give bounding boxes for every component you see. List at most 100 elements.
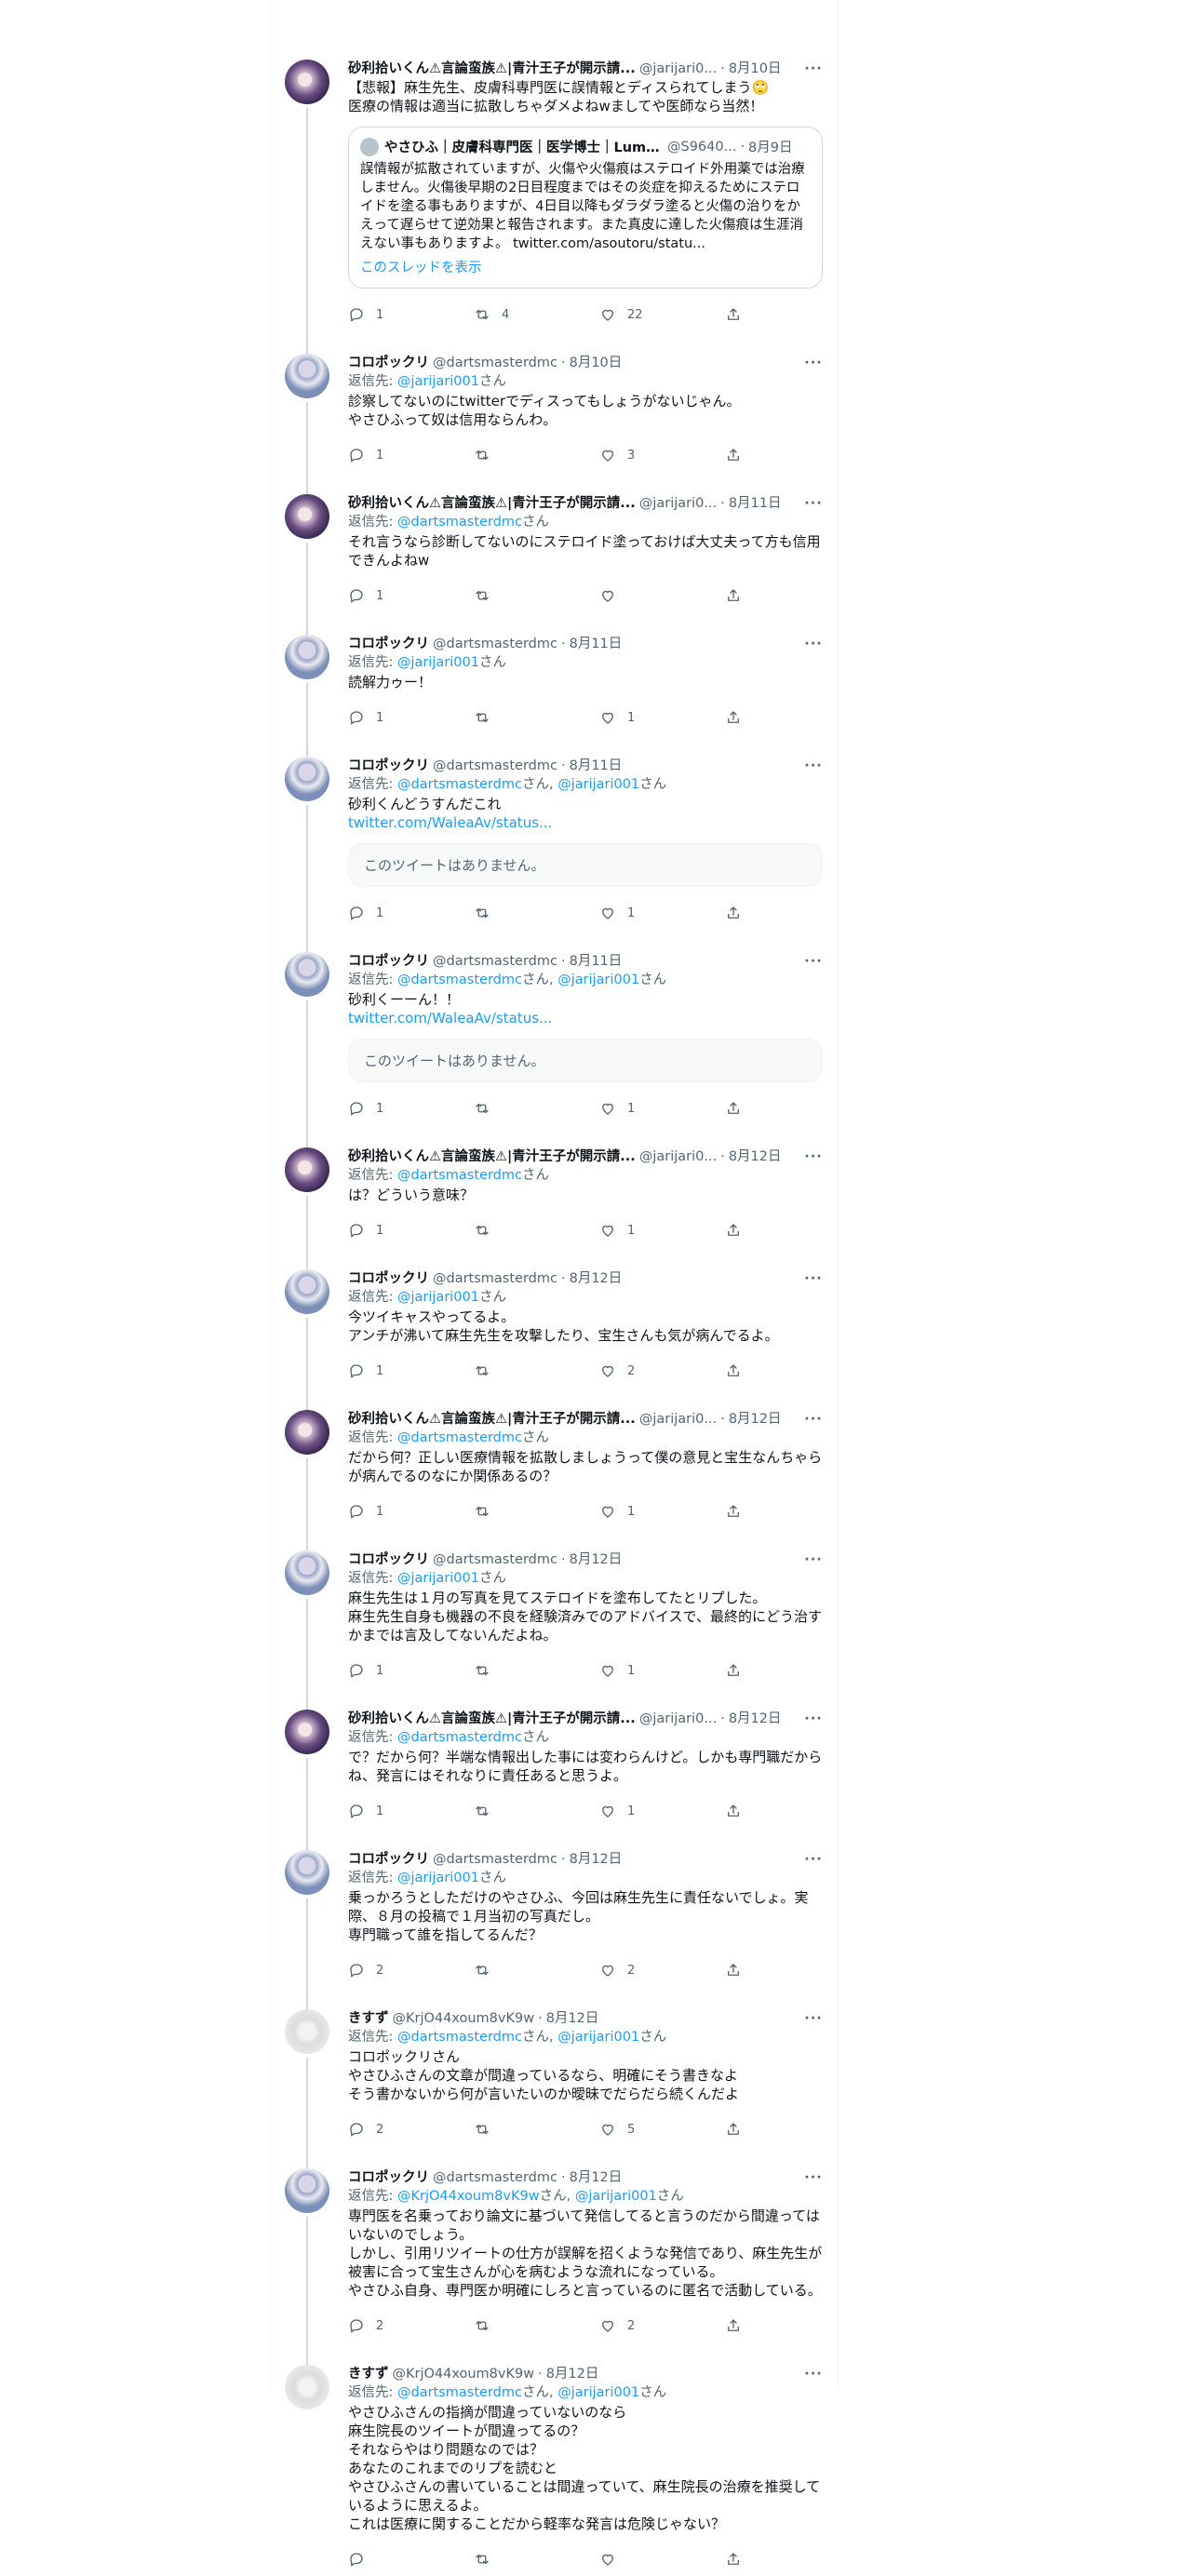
retweet-button[interactable] [474,587,599,604]
avatar[interactable] [285,2365,329,2409]
reply-button[interactable]: 1 [348,1362,474,1379]
share-button[interactable] [725,905,753,921]
reply-button[interactable]: 1 [348,1803,474,1819]
like-button[interactable]: 2 [599,2317,725,2334]
more-options-icon[interactable]: ··· [804,2168,823,2187]
more-options-icon[interactable]: ··· [804,1269,823,1288]
retweet-button[interactable] [474,709,599,726]
mention-link[interactable]: @jarijari001 [397,1571,479,1586]
mention-link[interactable]: @dartsmasterdmc [397,1430,522,1445]
like-button[interactable]: 5 [599,2121,725,2138]
retweet-button[interactable] [474,1662,599,1679]
author-handle[interactable]: @dartsmasterdmc [433,757,557,775]
share-button[interactable] [725,1222,753,1239]
more-options-icon[interactable]: ··· [804,1410,823,1429]
mention-link[interactable]: @jarijari001 [575,2189,657,2204]
retweet-button[interactable] [474,1962,599,1979]
share-button[interactable] [725,587,753,604]
author-name[interactable]: コロポックリ [348,1269,429,1288]
author-handle[interactable]: @jarijari0... [639,1410,717,1429]
like-button[interactable]: 22 [599,306,725,323]
reply-button[interactable]: 1 [348,587,474,604]
tweet[interactable]: コロポックリ @dartsmasterdmc · 8月12日 ··· 返信先: … [270,1828,838,2013]
tweet-date[interactable]: 8月11日 [570,757,623,775]
avatar[interactable] [285,354,329,398]
mention-link[interactable]: @KrjO44xoum8vK9w [397,2189,540,2204]
tweet-date[interactable]: 8月12日 [570,1550,623,1569]
share-button[interactable] [725,1100,753,1117]
like-button[interactable]: 1 [599,1662,725,1679]
retweet-button[interactable] [474,2551,599,2568]
reply-button[interactable]: 1 [348,447,474,463]
share-button[interactable] [725,709,753,726]
mention-link[interactable]: @dartsmasterdmc [397,1168,522,1183]
tweet-date[interactable]: 8月12日 [570,2168,623,2187]
share-button[interactable] [725,1503,753,1520]
like-button[interactable]: 1 [599,1803,725,1819]
share-button[interactable] [725,2317,753,2334]
like-button[interactable] [599,587,725,604]
share-button[interactable] [725,1962,753,1979]
retweet-button[interactable] [474,1100,599,1117]
reply-button[interactable]: 2 [348,1962,474,1979]
avatar[interactable] [285,1850,329,1895]
mention-link[interactable]: @dartsmasterdmc [397,2030,522,2045]
more-options-icon[interactable]: ··· [804,354,823,372]
more-options-icon[interactable]: ··· [804,1850,823,1869]
author-handle[interactable]: @KrjO44xoum8vK9w [393,2365,535,2383]
like-button[interactable] [599,2551,725,2568]
mention-link[interactable]: @jarijari001 [557,2030,639,2045]
avatar[interactable] [285,1550,329,1595]
tweet[interactable]: コロポックリ @dartsmasterdmc · 8月12日 ··· 返信先: … [270,1528,838,1713]
more-options-icon[interactable]: ··· [804,1147,823,1166]
avatar[interactable] [285,2009,329,2054]
author-handle[interactable]: @jarijari0... [639,60,717,78]
reply-button[interactable]: 2 [348,2317,474,2334]
reply-button[interactable]: 1 [348,709,474,726]
tweet[interactable]: きすず @KrjO44xoum8vK9w · 8月12日 ··· 返信先: @d… [270,1987,838,2172]
retweet-button[interactable] [474,2317,599,2334]
tweet-date[interactable]: 8月11日 [570,635,623,653]
author-name[interactable]: きすず [348,2365,389,2383]
mention-link[interactable]: @dartsmasterdmc [397,1730,522,1745]
like-button[interactable]: 1 [599,1100,725,1117]
tweet-date[interactable]: 8月12日 [546,2009,599,2028]
author-handle[interactable]: @dartsmasterdmc [433,635,557,653]
author-name[interactable]: コロポックリ [348,2168,429,2187]
tweet[interactable]: コロポックリ @dartsmasterdmc · 8月12日 ··· 返信先: … [270,1247,838,1414]
share-button[interactable] [725,1662,753,1679]
avatar[interactable] [285,1410,329,1455]
avatar[interactable] [285,1147,329,1192]
reply-button[interactable]: 1 [348,905,474,921]
author-name[interactable]: 砂利拾いくん⚠言論蛮族⚠|青汁王子が開示請... [348,60,636,78]
tweet[interactable]: コロポックリ @dartsmasterdmc · 8月11日 ··· 返信先: … [270,734,838,956]
author-name[interactable]: 砂利拾いくん⚠言論蛮族⚠|青汁王子が開示請... [348,1147,636,1166]
like-button[interactable]: 1 [599,1503,725,1520]
tweet[interactable]: 砂利拾いくん⚠言論蛮族⚠|青汁王子が開示請... @jarijari0... ·… [270,1125,838,1273]
author-name[interactable]: コロポックリ [348,757,429,775]
like-button[interactable]: 1 [599,905,725,921]
mention-link[interactable]: @jarijari001 [557,777,639,792]
tweet-date[interactable]: 8月11日 [570,952,623,971]
tweet[interactable]: 砂利拾いくん⚠言論蛮族⚠|青汁王子が開示請... @jarijari0... ·… [270,472,838,638]
avatar[interactable] [285,2168,329,2213]
more-options-icon[interactable]: ··· [804,1550,823,1569]
reply-button[interactable]: 1 [348,306,474,323]
like-button[interactable]: 2 [599,1962,725,1979]
tweet-date[interactable]: 8月10日 [729,60,782,78]
share-button[interactable] [725,306,753,323]
avatar[interactable] [285,494,329,539]
tweet-date[interactable]: 8月12日 [729,1147,782,1166]
retweet-button[interactable] [474,1803,599,1819]
retweet-button[interactable] [474,905,599,921]
tweet[interactable]: コロポックリ @dartsmasterdmc · 8月12日 ··· 返信先: … [270,2146,838,2368]
tweet-link[interactable]: twitter.com/WaleaAv/status... [348,1009,823,1027]
tweet-link[interactable]: twitter.com/WaleaAv/status... [348,813,823,832]
share-button[interactable] [725,2121,753,2138]
retweet-button[interactable]: 4 [474,306,599,323]
retweet-button[interactable] [474,1222,599,1239]
avatar[interactable] [285,1710,329,1754]
retweet-button[interactable] [474,447,599,463]
tweet[interactable]: きすず @KrjO44xoum8vK9w · 8月12日 ··· 返信先: @d… [270,2342,838,2576]
like-button[interactable]: 3 [599,447,725,463]
